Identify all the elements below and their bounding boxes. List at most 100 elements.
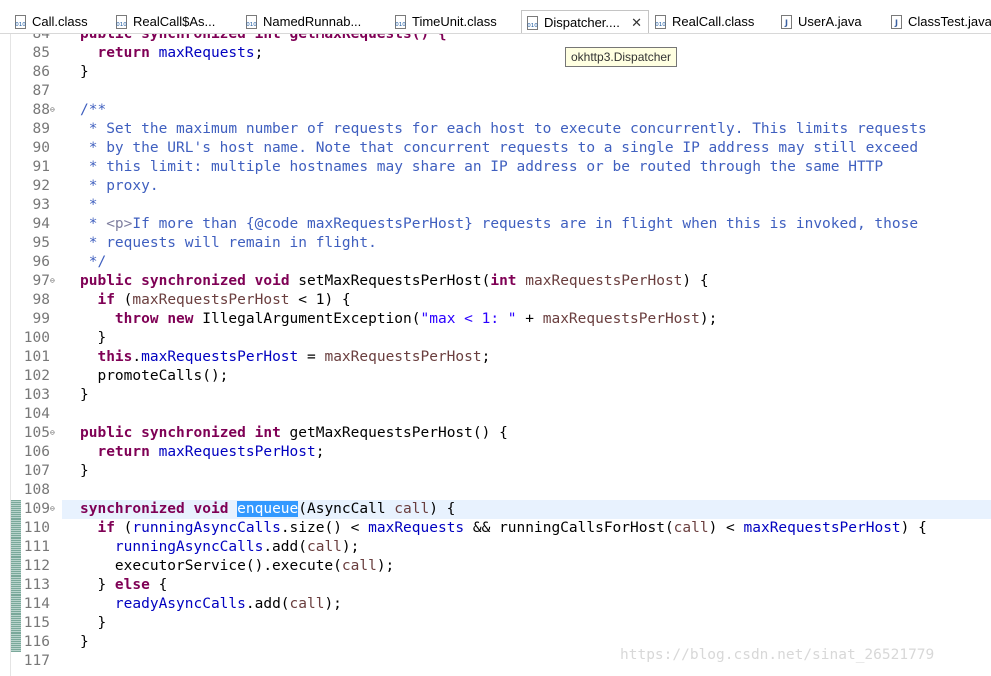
code-token: ); — [341, 539, 360, 555]
code-line[interactable]: 107} — [0, 462, 991, 481]
code-line[interactable]: 110 if (runningAsyncCalls.size() < maxRe… — [0, 519, 991, 538]
editor-tab-bar: 010 Call.class 010 RealCall$As... 010 NamedRu… — [0, 0, 991, 34]
code-token: } — [80, 463, 89, 479]
code-token: If more than {@code maxRequestsPerHost} … — [132, 216, 919, 232]
tab-namedrunnab[interactable]: 010 NamedRunnab... — [245, 11, 385, 33]
code-token: public — [80, 425, 133, 441]
code-token: .size() < — [280, 520, 369, 536]
code-token: ) { — [900, 520, 927, 536]
code-line[interactable]: 105 ⊖ public synchronized int getMaxReques… — [0, 424, 991, 443]
line-number: 104 — [23, 406, 50, 422]
line-number: 96 — [32, 254, 50, 270]
tab-classtest-java[interactable]: J ClassTest.java — [890, 11, 991, 33]
code-token: throw — [114, 311, 159, 327]
code-token: } — [80, 64, 89, 80]
code-line[interactable]: 114 readyAsyncCalls.add(call); — [0, 595, 991, 614]
code-token: setMaxRequestsPerHost( — [289, 273, 491, 289]
java-file-icon: J — [890, 14, 903, 29]
tab-realcall-class[interactable]: 010 RealCall.class — [654, 11, 772, 33]
code-token: promoteCalls(); — [80, 368, 229, 384]
code-line[interactable]: 89 * Set the maximum number of requests … — [0, 120, 991, 139]
line-number: 102 — [23, 368, 50, 384]
code-text: * Set the maximum number of requests for… — [80, 120, 927, 139]
code-token: maxRequests — [368, 520, 465, 536]
code-text: return maxRequestsPerHost; — [80, 443, 324, 462]
code-editor[interactable]: 84 public synchronized int getMaxRequests… — [0, 34, 991, 676]
code-line[interactable]: 102 promoteCalls(); — [0, 367, 991, 386]
svg-text:010: 010 — [116, 22, 127, 28]
code-line[interactable]: 100 } — [0, 329, 991, 348]
code-line[interactable]: 99 throw new IllegalArgumentException("m… — [0, 310, 991, 329]
fold-collapse-icon[interactable]: ⊖ — [50, 276, 55, 285]
line-number: 105 — [23, 425, 50, 441]
fold-collapse-icon[interactable]: ⊖ — [50, 504, 55, 513]
line-number: 107 — [23, 463, 50, 479]
code-line[interactable]: 86} — [0, 63, 991, 82]
code-line[interactable]: 87 — [0, 82, 991, 101]
line-number: 112 — [23, 558, 50, 574]
code-line[interactable]: 103} — [0, 386, 991, 405]
code-line[interactable]: 90 * by the URL's host name. Note that c… — [0, 139, 991, 158]
code-token: IllegalArgumentException( — [193, 311, 421, 327]
tab-usera-java[interactable]: J UserA.java — [780, 11, 870, 33]
code-line[interactable]: 113 } else { — [0, 576, 991, 595]
code-line[interactable]: 108 — [0, 481, 991, 500]
code-text: } — [80, 633, 89, 652]
code-token: ( — [114, 520, 133, 536]
line-number: 109 — [23, 501, 50, 517]
code-text: * requests will remain in flight. — [80, 234, 377, 253]
line-number: 86 — [32, 64, 50, 80]
code-line[interactable]: 106 return maxRequestsPerHost; — [0, 443, 991, 462]
code-line[interactable]: 115 } — [0, 614, 991, 633]
tab-dispatcher[interactable]: 010 Dispatcher.... ✕ — [521, 10, 649, 34]
line-number: 88 — [32, 102, 50, 118]
fold-collapse-icon[interactable]: ⊖ — [50, 105, 55, 114]
code-token: * proxy. — [80, 178, 159, 194]
code-line[interactable]: 112 executorService().execute(call); — [0, 557, 991, 576]
tab-realcall-as[interactable]: 010 RealCall$As... — [115, 11, 240, 33]
code-line[interactable]: 101 this.maxRequestsPerHost = maxRequest… — [0, 348, 991, 367]
code-line[interactable]: 96 */ — [0, 253, 991, 272]
code-line[interactable]: 111 runningAsyncCalls.add(call); — [0, 538, 991, 557]
code-line[interactable]: 91 * this limit: multiple hostnames may … — [0, 158, 991, 177]
code-line[interactable]: 92 * proxy. — [0, 177, 991, 196]
code-line[interactable]: 98 if (maxRequestsPerHost < 1) { — [0, 291, 991, 310]
code-token: */ — [80, 254, 107, 270]
code-line[interactable]: 104 — [0, 405, 991, 424]
line-number: 117 — [23, 653, 50, 669]
code-token: maxRequestsPerHost — [743, 520, 901, 536]
line-number: 106 — [23, 444, 50, 460]
code-token: ); — [324, 596, 342, 612]
code-line[interactable]: 97 ⊖ public synchronized void setMaxReques… — [0, 272, 991, 291]
class-file-icon: 010 — [245, 14, 258, 29]
code-line[interactable]: 88 ⊖ /** — [0, 101, 991, 120]
svg-text:J: J — [894, 19, 898, 28]
watermark: https://blog.csdn.net/sinat_26521779 — [620, 647, 935, 663]
code-text: } — [80, 614, 106, 633]
svg-text:010: 010 — [655, 22, 666, 28]
code-token: void — [254, 273, 290, 289]
tab-call-class[interactable]: 010 Call.class — [14, 11, 114, 33]
close-icon[interactable]: ✕ — [631, 12, 642, 34]
svg-text:010: 010 — [395, 22, 406, 28]
code-line[interactable]: 85 return maxRequests; — [0, 44, 991, 63]
code-token: maxRequestsPerHost — [141, 349, 299, 365]
code-line[interactable]: 93 * — [0, 196, 991, 215]
line-number: 114 — [23, 596, 50, 612]
code-line[interactable]: 94 * <p>If more than {@code maxRequestsP… — [0, 215, 991, 234]
code-token: else — [114, 577, 150, 593]
code-line[interactable]: 95 * requests will remain in flight. — [0, 234, 991, 253]
code-token: maxRequestsPerHost — [158, 444, 316, 460]
code-line[interactable]: 84 public synchronized int getMaxRequests… — [0, 34, 991, 44]
code-token: maxRequestsPerHost — [542, 311, 700, 327]
code-text: } — [80, 329, 106, 348]
code-line[interactable]: 109 ⊖ synchronized void enqueue(AsyncCall … — [0, 500, 991, 519]
code-token: "max < 1: " — [420, 311, 517, 327]
tab-timeunit-class[interactable]: 010 TimeUnit.class — [394, 11, 514, 33]
fold-collapse-icon[interactable]: ⊖ — [50, 428, 55, 437]
tab-label: ClassTest.java — [908, 14, 991, 29]
